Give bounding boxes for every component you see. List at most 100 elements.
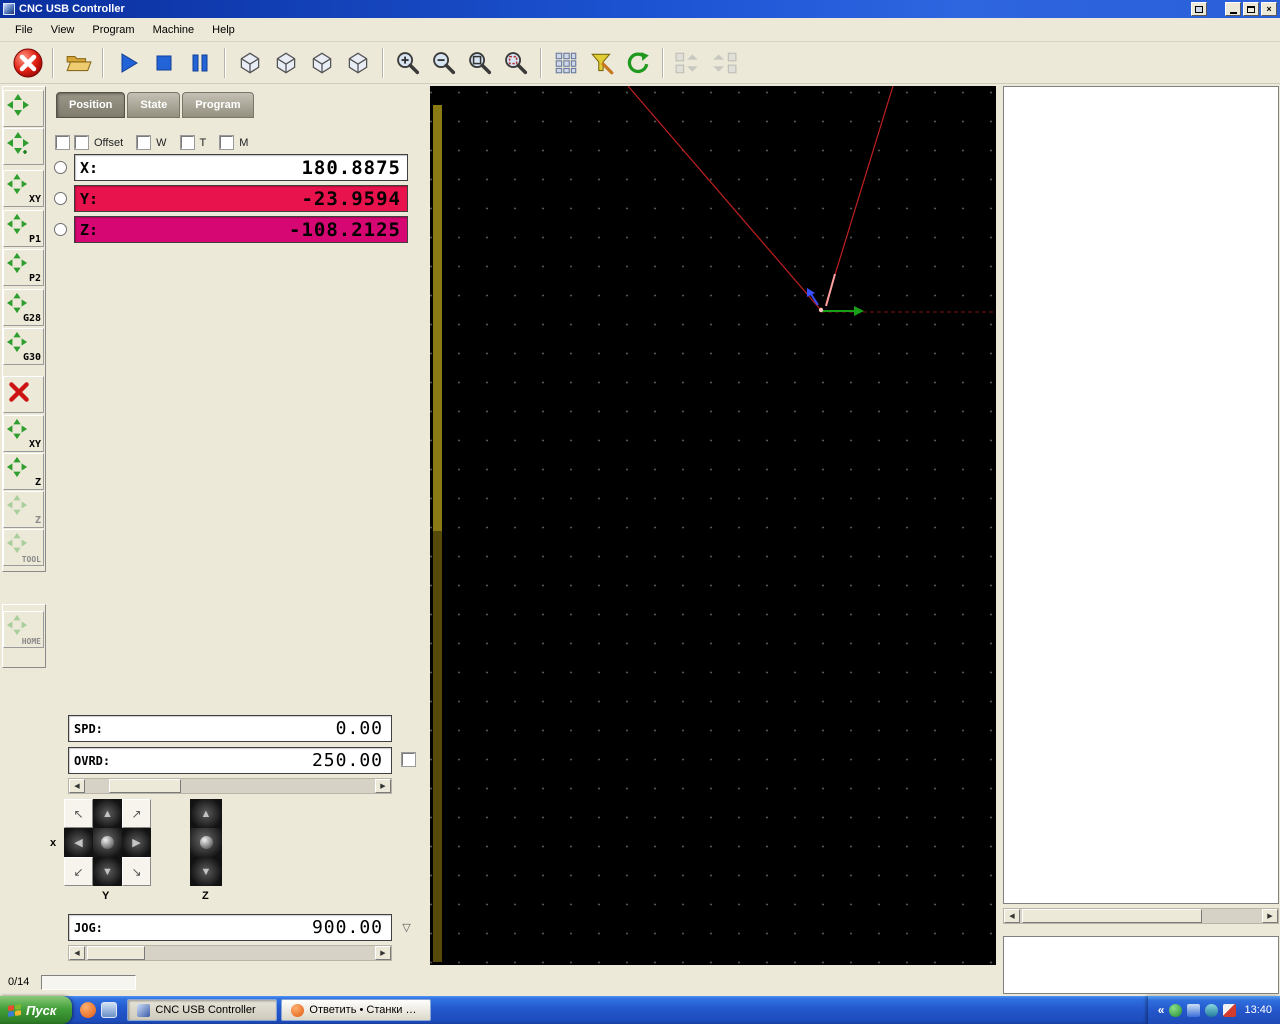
- window-title: CNC USB Controller: [19, 3, 125, 15]
- zoom-in-button[interactable]: [390, 45, 426, 81]
- arrows-plus-icon: [6, 131, 30, 154]
- x-axis-radio[interactable]: [54, 161, 67, 174]
- zoom-out-button[interactable]: [426, 45, 462, 81]
- offset-checkbox-2[interactable]: [74, 135, 89, 150]
- z-coordinate-field[interactable]: Z: -108.2125: [74, 216, 408, 243]
- slider-thumb[interactable]: [109, 779, 181, 793]
- move-to-zero-button[interactable]: [3, 90, 44, 127]
- start-button[interactable]: Пуск: [0, 996, 73, 1024]
- pause-button[interactable]: [182, 45, 218, 81]
- goto-xy-zero-button[interactable]: XY: [3, 170, 44, 207]
- slider-left-button[interactable]: ◀: [69, 779, 85, 793]
- add-position-button[interactable]: [3, 128, 44, 165]
- view-isometric-button[interactable]: [340, 45, 376, 81]
- zoom-fit-button[interactable]: [462, 45, 498, 81]
- toolbar: [0, 42, 1280, 84]
- home-button[interactable]: HOME: [3, 611, 44, 648]
- jog-z-minus-button[interactable]: ▼: [190, 857, 222, 886]
- zero-z-button[interactable]: Z: [3, 453, 44, 490]
- menu-help[interactable]: Help: [203, 21, 244, 39]
- zero-xy-button[interactable]: XY: [3, 415, 44, 452]
- jog-ne-button[interactable]: ↗: [122, 799, 151, 828]
- tray-display-icon[interactable]: [1187, 1003, 1201, 1017]
- y-coordinate-field[interactable]: Y: -23.9594: [74, 185, 408, 212]
- tray-collapse-button[interactable]: «: [1158, 1003, 1165, 1017]
- tab-program[interactable]: Program: [182, 92, 254, 118]
- child-window-button[interactable]: [1191, 2, 1207, 16]
- menu-machine[interactable]: Machine: [144, 21, 204, 39]
- filter-edit-button[interactable]: [584, 45, 620, 81]
- tray-network-icon[interactable]: [1169, 1003, 1183, 1017]
- m-checkbox[interactable]: [219, 135, 235, 150]
- slider-track[interactable]: [85, 946, 375, 960]
- slider-thumb[interactable]: [87, 946, 145, 960]
- jog-x-minus-button[interactable]: ◀: [64, 828, 93, 857]
- tool-change-button[interactable]: TOOL: [3, 529, 44, 566]
- play-button[interactable]: [110, 45, 146, 81]
- view-side-button[interactable]: [304, 45, 340, 81]
- emergency-stop-button[interactable]: [10, 45, 46, 81]
- jog-z-plus-button[interactable]: ▲: [190, 799, 222, 828]
- menu-program[interactable]: Program: [83, 21, 143, 39]
- open-file-button[interactable]: [60, 45, 96, 81]
- slider-left-button[interactable]: ◀: [69, 946, 85, 960]
- minimize-button[interactable]: [1225, 2, 1241, 16]
- clear-offset-button[interactable]: [3, 376, 44, 413]
- view-front-button[interactable]: [268, 45, 304, 81]
- scroll-right-button[interactable]: ▶: [1262, 909, 1278, 923]
- tray-update-icon[interactable]: [1205, 1003, 1219, 1017]
- goto-g28-button[interactable]: G28: [3, 289, 44, 326]
- jog-x-plus-button[interactable]: ▶: [122, 828, 151, 857]
- tray-language-icon[interactable]: [1223, 1003, 1237, 1017]
- offset-checkbox-1[interactable]: [55, 135, 70, 150]
- toolpath-viewport[interactable]: [430, 86, 996, 965]
- z-axis-radio[interactable]: [54, 223, 67, 236]
- view-top-button[interactable]: [232, 45, 268, 81]
- restore-button[interactable]: [1243, 2, 1259, 16]
- jog-center-button[interactable]: [93, 828, 122, 857]
- jog-z-center-button[interactable]: [190, 828, 222, 857]
- override-enable-checkbox[interactable]: [401, 752, 416, 767]
- scroll-left-button[interactable]: ◀: [1004, 909, 1020, 923]
- titlebar[interactable]: CNC USB Controller ×: [0, 0, 1280, 18]
- measure-z-button[interactable]: Z: [3, 491, 44, 528]
- goto-position2-button[interactable]: P2: [3, 249, 44, 286]
- menu-view[interactable]: View: [42, 21, 84, 39]
- gcode-list[interactable]: [1003, 86, 1279, 904]
- menu-file[interactable]: File: [6, 21, 42, 39]
- refresh-button[interactable]: [620, 45, 656, 81]
- quicklaunch-browser-icon[interactable]: [80, 1002, 97, 1018]
- t-checkbox[interactable]: [179, 135, 195, 150]
- jog-sw-button[interactable]: ↙: [64, 857, 93, 886]
- zoom-window-button[interactable]: [498, 45, 534, 81]
- jog-se-button[interactable]: ↘: [122, 857, 151, 886]
- tab-state[interactable]: State: [127, 92, 181, 118]
- stop-button[interactable]: [146, 45, 182, 81]
- task-cnc-usb-controller[interactable]: CNC USB Controller: [127, 999, 278, 1021]
- close-button[interactable]: ×: [1261, 2, 1277, 16]
- jog-speed-dropdown-button[interactable]: ▽: [398, 919, 415, 936]
- scroll-thumb[interactable]: [1022, 909, 1202, 923]
- slider-right-button[interactable]: ▶: [375, 946, 391, 960]
- w-checkbox[interactable]: [136, 135, 152, 150]
- x-coordinate-field[interactable]: X: 180.8875: [74, 154, 408, 181]
- tab-position[interactable]: Position: [56, 92, 126, 118]
- jog-y-minus-button[interactable]: ▼: [93, 857, 122, 886]
- goto-position1-button[interactable]: P1: [3, 210, 44, 247]
- step-forward-button[interactable]: [670, 45, 706, 81]
- output-log[interactable]: [1003, 936, 1279, 994]
- tray-clock[interactable]: 13:40: [1244, 1004, 1272, 1016]
- slider-track[interactable]: [85, 779, 375, 793]
- step-backward-button[interactable]: [706, 45, 742, 81]
- task-browser[interactable]: Ответить • Станки с Ч...: [281, 999, 432, 1021]
- ovrd-value: 250.00: [311, 750, 383, 771]
- jog-y-plus-button[interactable]: ▲: [93, 799, 122, 828]
- slider-right-button[interactable]: ▶: [375, 779, 391, 793]
- y-jog-label: Y: [102, 890, 110, 902]
- quicklaunch-desktop-icon[interactable]: [101, 1002, 118, 1018]
- show-grid-button[interactable]: [548, 45, 584, 81]
- scroll-track[interactable]: [1020, 909, 1262, 923]
- jog-nw-button[interactable]: ↖: [64, 799, 93, 828]
- goto-g30-button[interactable]: G30: [3, 328, 44, 365]
- y-axis-radio[interactable]: [54, 192, 67, 205]
